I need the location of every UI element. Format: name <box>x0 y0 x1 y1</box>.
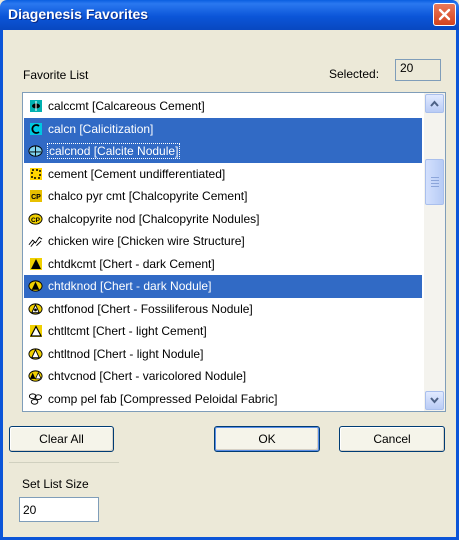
list-item-label: chtdkcmt [Chert - dark Cement] <box>48 256 215 271</box>
favorite-listbox[interactable]: calccmt [Calcareous Cement] calcn [Calic… <box>22 92 446 412</box>
list-item-chtltnod[interactable]: chtltnod [Chert - light Nodule] <box>24 343 422 366</box>
svg-text:CP: CP <box>31 194 41 201</box>
list-item-label: calcn [Calicitization] <box>48 121 154 136</box>
favorite-list-label: Favorite List <box>23 68 89 82</box>
list-item-label: chtltnod [Chert - light Nodule] <box>48 346 204 361</box>
list-size-label: Set List Size <box>22 477 89 491</box>
ok-button[interactable]: OK <box>214 426 320 452</box>
list-item-label: chalco pyr cmt [Chalcopyrite Cement] <box>48 189 248 204</box>
grip-line <box>431 180 439 181</box>
list-item-chalcopyrite-nod[interactable]: CP chalcopyrite nod [Chalcopyrite Nodule… <box>24 208 422 231</box>
list-item-label: chtvcnod [Chert - varicolored Nodule] <box>48 369 247 384</box>
calicitization-icon <box>28 121 43 136</box>
chert-varicolored-nodule-icon <box>28 369 43 384</box>
title-bar: Diagenesis Favorites <box>0 0 459 30</box>
list-size-input[interactable] <box>19 497 99 522</box>
list-item-label: chtfonod [Chert - Fossiliferous Nodule] <box>48 301 253 316</box>
scroll-down-button[interactable] <box>425 391 444 410</box>
list-item-label: chicken wire [Chicken wire Structure] <box>48 234 245 249</box>
close-button[interactable] <box>433 3 456 26</box>
peloidal-fabric-icon <box>28 391 43 406</box>
list-item-label: chalcopyrite nod [Chalcopyrite Nodules] <box>48 211 260 226</box>
close-icon <box>438 8 451 21</box>
svg-text:CP: CP <box>31 217 41 224</box>
chert-light-cement-icon <box>28 324 43 339</box>
list-item-calcnod[interactable]: calcnod [Calcite Nodule] <box>24 140 422 163</box>
window-title: Diagenesis Favorites <box>8 6 149 22</box>
selected-count-field: 20 <box>395 59 441 81</box>
scroll-up-button[interactable] <box>425 94 444 113</box>
chevron-up-icon <box>430 100 439 107</box>
list-item-label: chtdknod [Chert - dark Nodule] <box>48 279 212 294</box>
list-item-label: calcnod [Calcite Nodule] <box>46 143 181 160</box>
grip-line <box>431 186 439 187</box>
chert-fossiliferous-nodule-icon <box>28 301 43 316</box>
list-item-chtvcnod[interactable]: chtvcnod [Chert - varicolored Nodule] <box>24 365 422 388</box>
divider <box>9 462 119 463</box>
clear-all-button[interactable]: Clear All <box>9 426 114 452</box>
list-item-chalco-pyr-cmt[interactable]: CP chalco pyr cmt [Chalcopyrite Cement] <box>24 185 422 208</box>
chert-dark-cement-icon <box>28 256 43 271</box>
favorite-list-items: calccmt [Calcareous Cement] calcn [Calic… <box>24 95 422 410</box>
selected-label: Selected: <box>329 67 380 81</box>
scroll-thumb[interactable] <box>425 159 444 205</box>
list-item-cement[interactable]: cement [Cement undifferentiated] <box>24 163 422 186</box>
chalcopyrite-cement-icon: CP <box>28 189 43 204</box>
chert-light-nodule-icon <box>28 346 43 361</box>
list-item-calccmt[interactable]: calccmt [Calcareous Cement] <box>24 95 422 118</box>
list-item-label: chtltcmt [Chert - light Cement] <box>48 324 207 339</box>
list-item-chtfonod[interactable]: chtfonod [Chert - Fossiliferous Nodule] <box>24 298 422 321</box>
list-item-comp-pel-fab[interactable]: comp pel fab [Compressed Peloidal Fabric… <box>24 388 422 411</box>
chicken-wire-icon <box>28 234 43 249</box>
chevron-down-icon <box>430 397 439 404</box>
list-item-label: cement [Cement undifferentiated] <box>48 166 226 181</box>
list-item-chtltcmt[interactable]: chtltcmt [Chert - light Cement] <box>24 320 422 343</box>
cement-icon <box>28 166 43 181</box>
list-item-calcn[interactable]: calcn [Calicitization] <box>24 117 422 140</box>
grip-line <box>431 183 439 184</box>
list-scrollbar[interactable] <box>424 93 445 411</box>
chalcopyrite-nodule-icon: CP <box>28 211 43 226</box>
window-frame-left <box>0 30 3 540</box>
list-item-chicken-wire[interactable]: chicken wire [Chicken wire Structure] <box>24 230 422 253</box>
calcite-cement-icon <box>28 99 43 114</box>
list-item-label: comp pel fab [Compressed Peloidal Fabric… <box>48 391 278 406</box>
grip-line <box>431 177 439 178</box>
cancel-button[interactable]: Cancel <box>339 426 445 452</box>
list-item-chtdknod[interactable]: chtdknod [Chert - dark Nodule] <box>24 275 422 298</box>
list-item-chtdkcmt[interactable]: chtdkcmt [Chert - dark Cement] <box>24 253 422 276</box>
chert-dark-nodule-icon <box>28 279 43 294</box>
list-item-label: calccmt [Calcareous Cement] <box>48 99 205 114</box>
calcite-nodule-icon <box>28 144 43 159</box>
